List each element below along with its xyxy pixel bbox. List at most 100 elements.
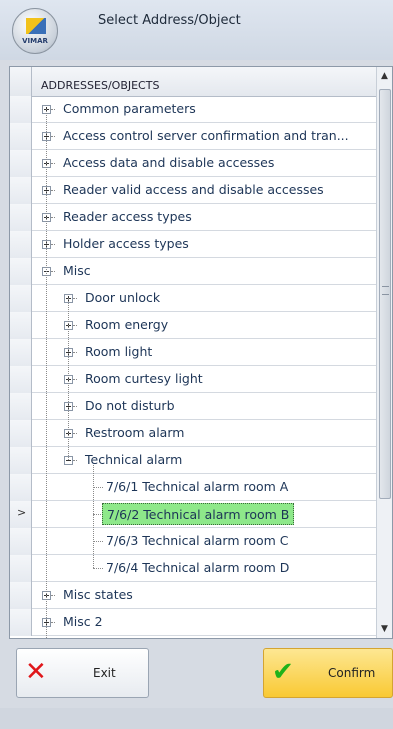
header-row-selector xyxy=(10,67,32,96)
tree-node-label[interactable]: Restroom alarm xyxy=(85,425,184,440)
confirm-button[interactable]: ✔ Confirm xyxy=(263,648,393,698)
tree-row[interactable]: Holder access types xyxy=(10,231,376,258)
logo-text: VIMAR xyxy=(22,37,48,45)
row-selector[interactable] xyxy=(10,528,32,555)
tree-connector xyxy=(93,568,103,569)
scroll-up-arrow-icon[interactable]: ▲ xyxy=(381,71,388,81)
tree-row[interactable]: Misc 2 xyxy=(10,609,376,636)
row-selector[interactable] xyxy=(10,366,32,393)
scroll-down-arrow-icon[interactable]: ▼ xyxy=(381,624,388,634)
tree-row[interactable]: Do not disturb xyxy=(10,393,376,420)
row-selector[interactable] xyxy=(10,231,32,258)
tree-row[interactable]: 7/6/1 Technical alarm room A xyxy=(10,474,376,501)
tree-row[interactable]: Misc states xyxy=(10,582,376,609)
tree-connector xyxy=(73,352,77,353)
exit-button-label: Exit xyxy=(93,666,116,680)
tree-node-label[interactable]: Technical alarm xyxy=(85,452,182,467)
tree-row[interactable]: Reader valid access and disable accesses xyxy=(10,177,376,204)
tree-connector xyxy=(93,541,103,542)
row-selector[interactable] xyxy=(10,150,32,177)
tree-row[interactable]: Access control server confirmation and t… xyxy=(10,123,376,150)
title-bar: VIMAR Select Address/Object xyxy=(0,0,393,60)
tree-row[interactable]: Room curtesy light xyxy=(10,366,376,393)
row-selector[interactable] xyxy=(10,312,32,339)
tree-connector xyxy=(51,163,55,164)
row-selector[interactable] xyxy=(10,393,32,420)
tree-row[interactable]: 7/6/3 Technical alarm room C xyxy=(10,528,376,555)
tree-connector xyxy=(73,460,77,461)
tree-node-label[interactable]: Common parameters xyxy=(63,101,196,116)
row-selector[interactable] xyxy=(10,96,32,123)
current-row-indicator-icon: > xyxy=(17,506,27,519)
tree-row[interactable]: Reader access types xyxy=(10,204,376,231)
row-selector[interactable] xyxy=(10,123,32,150)
tree-node-label[interactable]: Access data and disable accesses xyxy=(63,155,274,170)
tree-connector xyxy=(73,325,77,326)
row-selector[interactable] xyxy=(10,285,32,312)
tree-row[interactable]: Common parameters xyxy=(10,96,376,123)
tree-connector xyxy=(73,406,77,407)
row-selector[interactable] xyxy=(10,447,32,474)
tree-node-label[interactable]: 7/6/3 Technical alarm room C xyxy=(106,533,289,548)
tree-row[interactable]: Room light xyxy=(10,339,376,366)
tree-connector xyxy=(51,622,55,623)
tree-node-label[interactable]: 7/6/1 Technical alarm room A xyxy=(106,479,288,494)
tree-connector xyxy=(51,190,55,191)
tree-node-label[interactable]: Room energy xyxy=(85,317,168,332)
window-title: Select Address/Object xyxy=(98,13,241,28)
tree-row[interactable]: Door unlock xyxy=(10,285,376,312)
tree-guide-line xyxy=(68,298,69,460)
tree-node-label[interactable]: 7/6/2 Technical alarm room B xyxy=(102,503,295,525)
tree-row[interactable]: 7/6/4 Technical alarm room D xyxy=(10,555,376,582)
vimar-logo-icon xyxy=(26,18,46,34)
tree-node-label[interactable]: Do not disturb xyxy=(85,398,175,413)
tree-connector xyxy=(51,136,55,137)
vertical-scrollbar[interactable]: ▲ ▼ xyxy=(376,67,392,638)
tree-row[interactable]: Technical alarm xyxy=(10,447,376,474)
tree-guide-line xyxy=(93,465,94,568)
tree-node-label[interactable]: 7/6/4 Technical alarm room D xyxy=(106,560,289,575)
tree-node-label[interactable]: Reader access types xyxy=(63,209,192,224)
row-selector[interactable] xyxy=(10,339,32,366)
tree-node-label[interactable]: Door unlock xyxy=(85,290,160,305)
row-selector[interactable] xyxy=(10,177,32,204)
confirm-button-label: Confirm xyxy=(328,666,376,680)
address-object-grid: ADDRESSES/OBJECTS Common parameters Acces… xyxy=(9,66,393,639)
tree-node-label[interactable]: Misc 2 xyxy=(63,614,103,629)
tree-row-selected[interactable]: >7/6/2 Technical alarm room B xyxy=(10,501,376,528)
scroll-thumb[interactable] xyxy=(379,89,391,499)
status-bar xyxy=(0,708,393,729)
row-selector[interactable] xyxy=(10,582,32,609)
tree-guide-line xyxy=(46,109,47,638)
tree-connector xyxy=(73,433,77,434)
tree-node-label[interactable]: Misc states xyxy=(63,587,133,602)
tree-connector xyxy=(51,217,55,218)
tree-connector xyxy=(51,595,55,596)
tree-row[interactable]: Access data and disable accesses xyxy=(10,150,376,177)
tree-connector xyxy=(73,298,77,299)
tree-node-label[interactable]: Misc xyxy=(63,263,91,278)
row-selector[interactable] xyxy=(10,474,32,501)
exit-button[interactable]: ✕ Exit xyxy=(16,648,149,698)
tree-connector xyxy=(51,244,55,245)
row-selector[interactable] xyxy=(10,420,32,447)
tree-row[interactable]: Room energy xyxy=(10,312,376,339)
scroll-grip-icon xyxy=(382,286,389,295)
app-menu-button[interactable]: VIMAR xyxy=(12,8,58,54)
tree-row[interactable]: Misc xyxy=(10,258,376,285)
tree-connector xyxy=(51,109,55,110)
x-icon: ✕ xyxy=(25,657,47,687)
tree-node-label[interactable]: Reader valid access and disable accesses xyxy=(63,182,324,197)
row-selector[interactable] xyxy=(10,258,32,285)
row-selector[interactable] xyxy=(10,204,32,231)
tree-row[interactable]: Restroom alarm xyxy=(10,420,376,447)
tree-node-label[interactable]: Holder access types xyxy=(63,236,189,251)
row-selector[interactable]: > xyxy=(10,501,32,528)
column-header-addresses-objects[interactable]: ADDRESSES/OBJECTS xyxy=(41,79,159,92)
row-selector[interactable] xyxy=(10,555,32,582)
row-selector[interactable] xyxy=(10,609,32,636)
tree-connector xyxy=(93,487,103,488)
tree-node-label[interactable]: Access control server confirmation and t… xyxy=(63,128,349,143)
tree-node-label[interactable]: Room curtesy light xyxy=(85,371,203,386)
tree-node-label[interactable]: Room light xyxy=(85,344,152,359)
